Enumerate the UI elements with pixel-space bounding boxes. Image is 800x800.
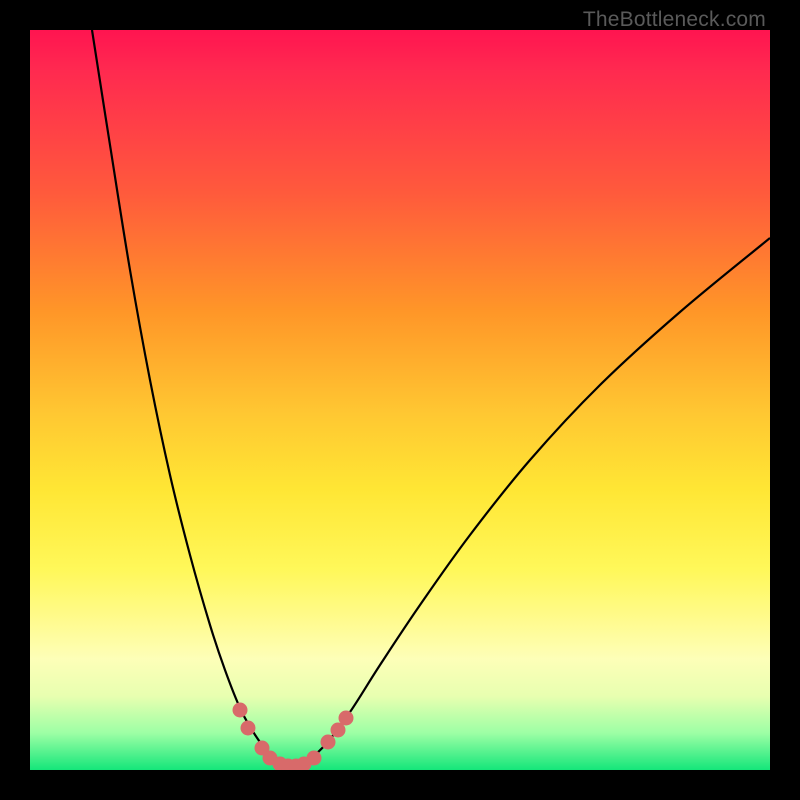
curve-lines bbox=[92, 30, 770, 768]
chart-plot-area bbox=[30, 30, 770, 770]
highlight-dot bbox=[321, 735, 336, 750]
highlight-dot bbox=[241, 721, 256, 736]
curve-left-curve bbox=[92, 30, 290, 768]
highlight-dot bbox=[339, 711, 354, 726]
highlight-dot bbox=[233, 703, 248, 718]
chart-svg bbox=[30, 30, 770, 770]
curve-right-curve bbox=[290, 238, 770, 768]
highlight-dots bbox=[233, 703, 354, 771]
highlight-dot bbox=[307, 751, 322, 766]
watermark-text: TheBottleneck.com bbox=[583, 8, 766, 32]
